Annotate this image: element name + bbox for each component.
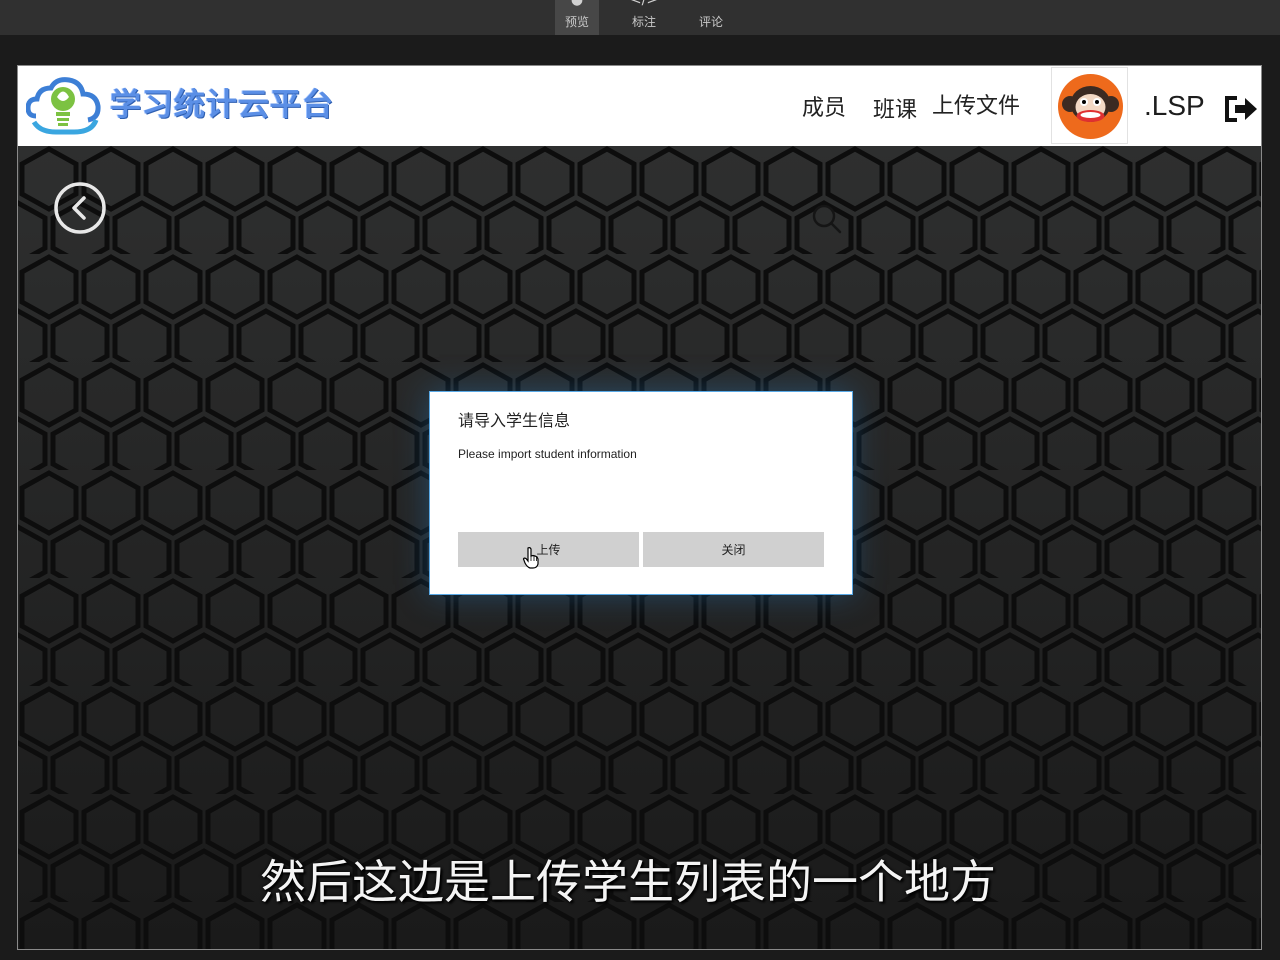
toolbar-annotate-label: 标注 [631, 15, 656, 29]
avatar[interactable] [1051, 67, 1128, 144]
app-frame: 学习统计云平台 成员 班课 上传文件 .LSP 请导入学生信息 Please i… [17, 65, 1262, 950]
logout-icon[interactable] [1223, 94, 1259, 124]
main-stage: 请导入学生信息 Please import student informatio… [18, 146, 1261, 949]
username[interactable]: .LSP [1144, 88, 1205, 124]
close-button[interactable]: 关闭 [643, 532, 824, 567]
brand-title: 学习统计云平台 [110, 87, 334, 123]
code-icon: </> [629, 0, 659, 8]
comment-icon: ▀ [705, 0, 717, 8]
eye-icon: ● [570, 0, 584, 8]
toolbar-preview-label: 预览 [564, 15, 589, 29]
nav-members[interactable]: 成员 [802, 94, 846, 124]
toolbar-preview[interactable]: ● 预览 [555, 0, 599, 35]
dialog-title: 请导入学生信息 [458, 411, 571, 430]
nav-classes[interactable]: 班课 [873, 96, 917, 126]
hand-cursor-icon [522, 547, 539, 569]
monkey-avatar-icon [1058, 74, 1123, 139]
back-icon[interactable] [53, 181, 107, 235]
import-students-dialog: 请导入学生信息 Please import student informatio… [429, 391, 853, 595]
toolbar-comment-label: 评论 [698, 15, 723, 29]
search-icon[interactable] [811, 203, 843, 235]
upload-button[interactable]: 上传 [458, 532, 639, 567]
toolbar-comment[interactable]: ▀ 评论 [689, 0, 733, 35]
toolbar-annotate[interactable]: </> 标注 [622, 0, 666, 35]
app-header: 学习统计云平台 成员 班课 上传文件 .LSP [18, 66, 1261, 146]
nav-upload-file[interactable]: 上传文件 [932, 92, 1020, 122]
video-subtitle: 然后这边是上传学生列表的一个地方 [260, 855, 996, 909]
dialog-message: Please import student information [458, 447, 637, 461]
logo-icon [26, 77, 101, 135]
editor-toolbar: ● 预览 </> 标注 ▀ 评论 [0, 0, 1280, 35]
